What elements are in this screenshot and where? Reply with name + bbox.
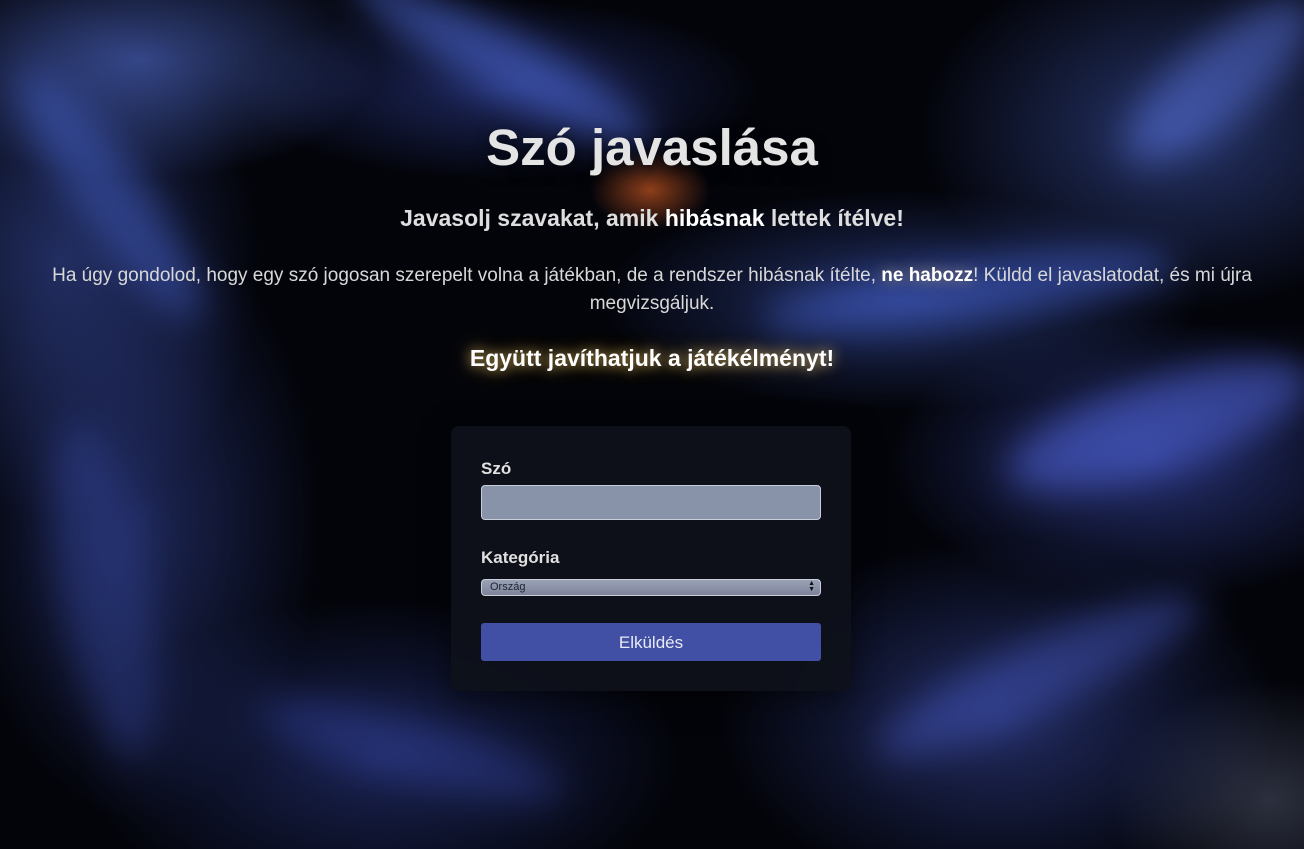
- suggestion-form-card: Szó Kategória Ország ▲ ▼ Elküldés: [451, 426, 851, 691]
- category-selected-value: Ország: [490, 581, 526, 593]
- subtitle-emphasis: hibásnak: [664, 205, 765, 231]
- page-description: Ha úgy gondolod, hogy egy szó jogosan sz…: [40, 262, 1264, 318]
- word-input[interactable]: [481, 485, 821, 520]
- subtitle-text-start: Javasolj szavakat, amik: [400, 205, 665, 231]
- description-text-start: Ha úgy gondolod, hogy egy szó jogosan sz…: [52, 265, 882, 286]
- main-content: Szó javaslása Javasolj szavakat, amik hi…: [0, 0, 1304, 849]
- category-select[interactable]: Ország ▲ ▼: [481, 579, 821, 596]
- page-subtitle: Javasolj szavakat, amik hibásnak lettek …: [0, 205, 1304, 232]
- category-field-label: Kategória: [481, 548, 560, 567]
- submit-button[interactable]: Elküldés: [481, 623, 821, 661]
- subtitle-text-end: lettek ítélve!: [764, 205, 904, 231]
- page-title: Szó javaslása: [486, 119, 818, 176]
- chevron-up-down-icon: ▲ ▼: [808, 580, 815, 593]
- description-emphasis: ne habozz: [881, 265, 974, 286]
- page-motto: Együtt javíthatjuk a játékélményt!: [469, 345, 835, 371]
- word-field-label: Szó: [481, 459, 512, 478]
